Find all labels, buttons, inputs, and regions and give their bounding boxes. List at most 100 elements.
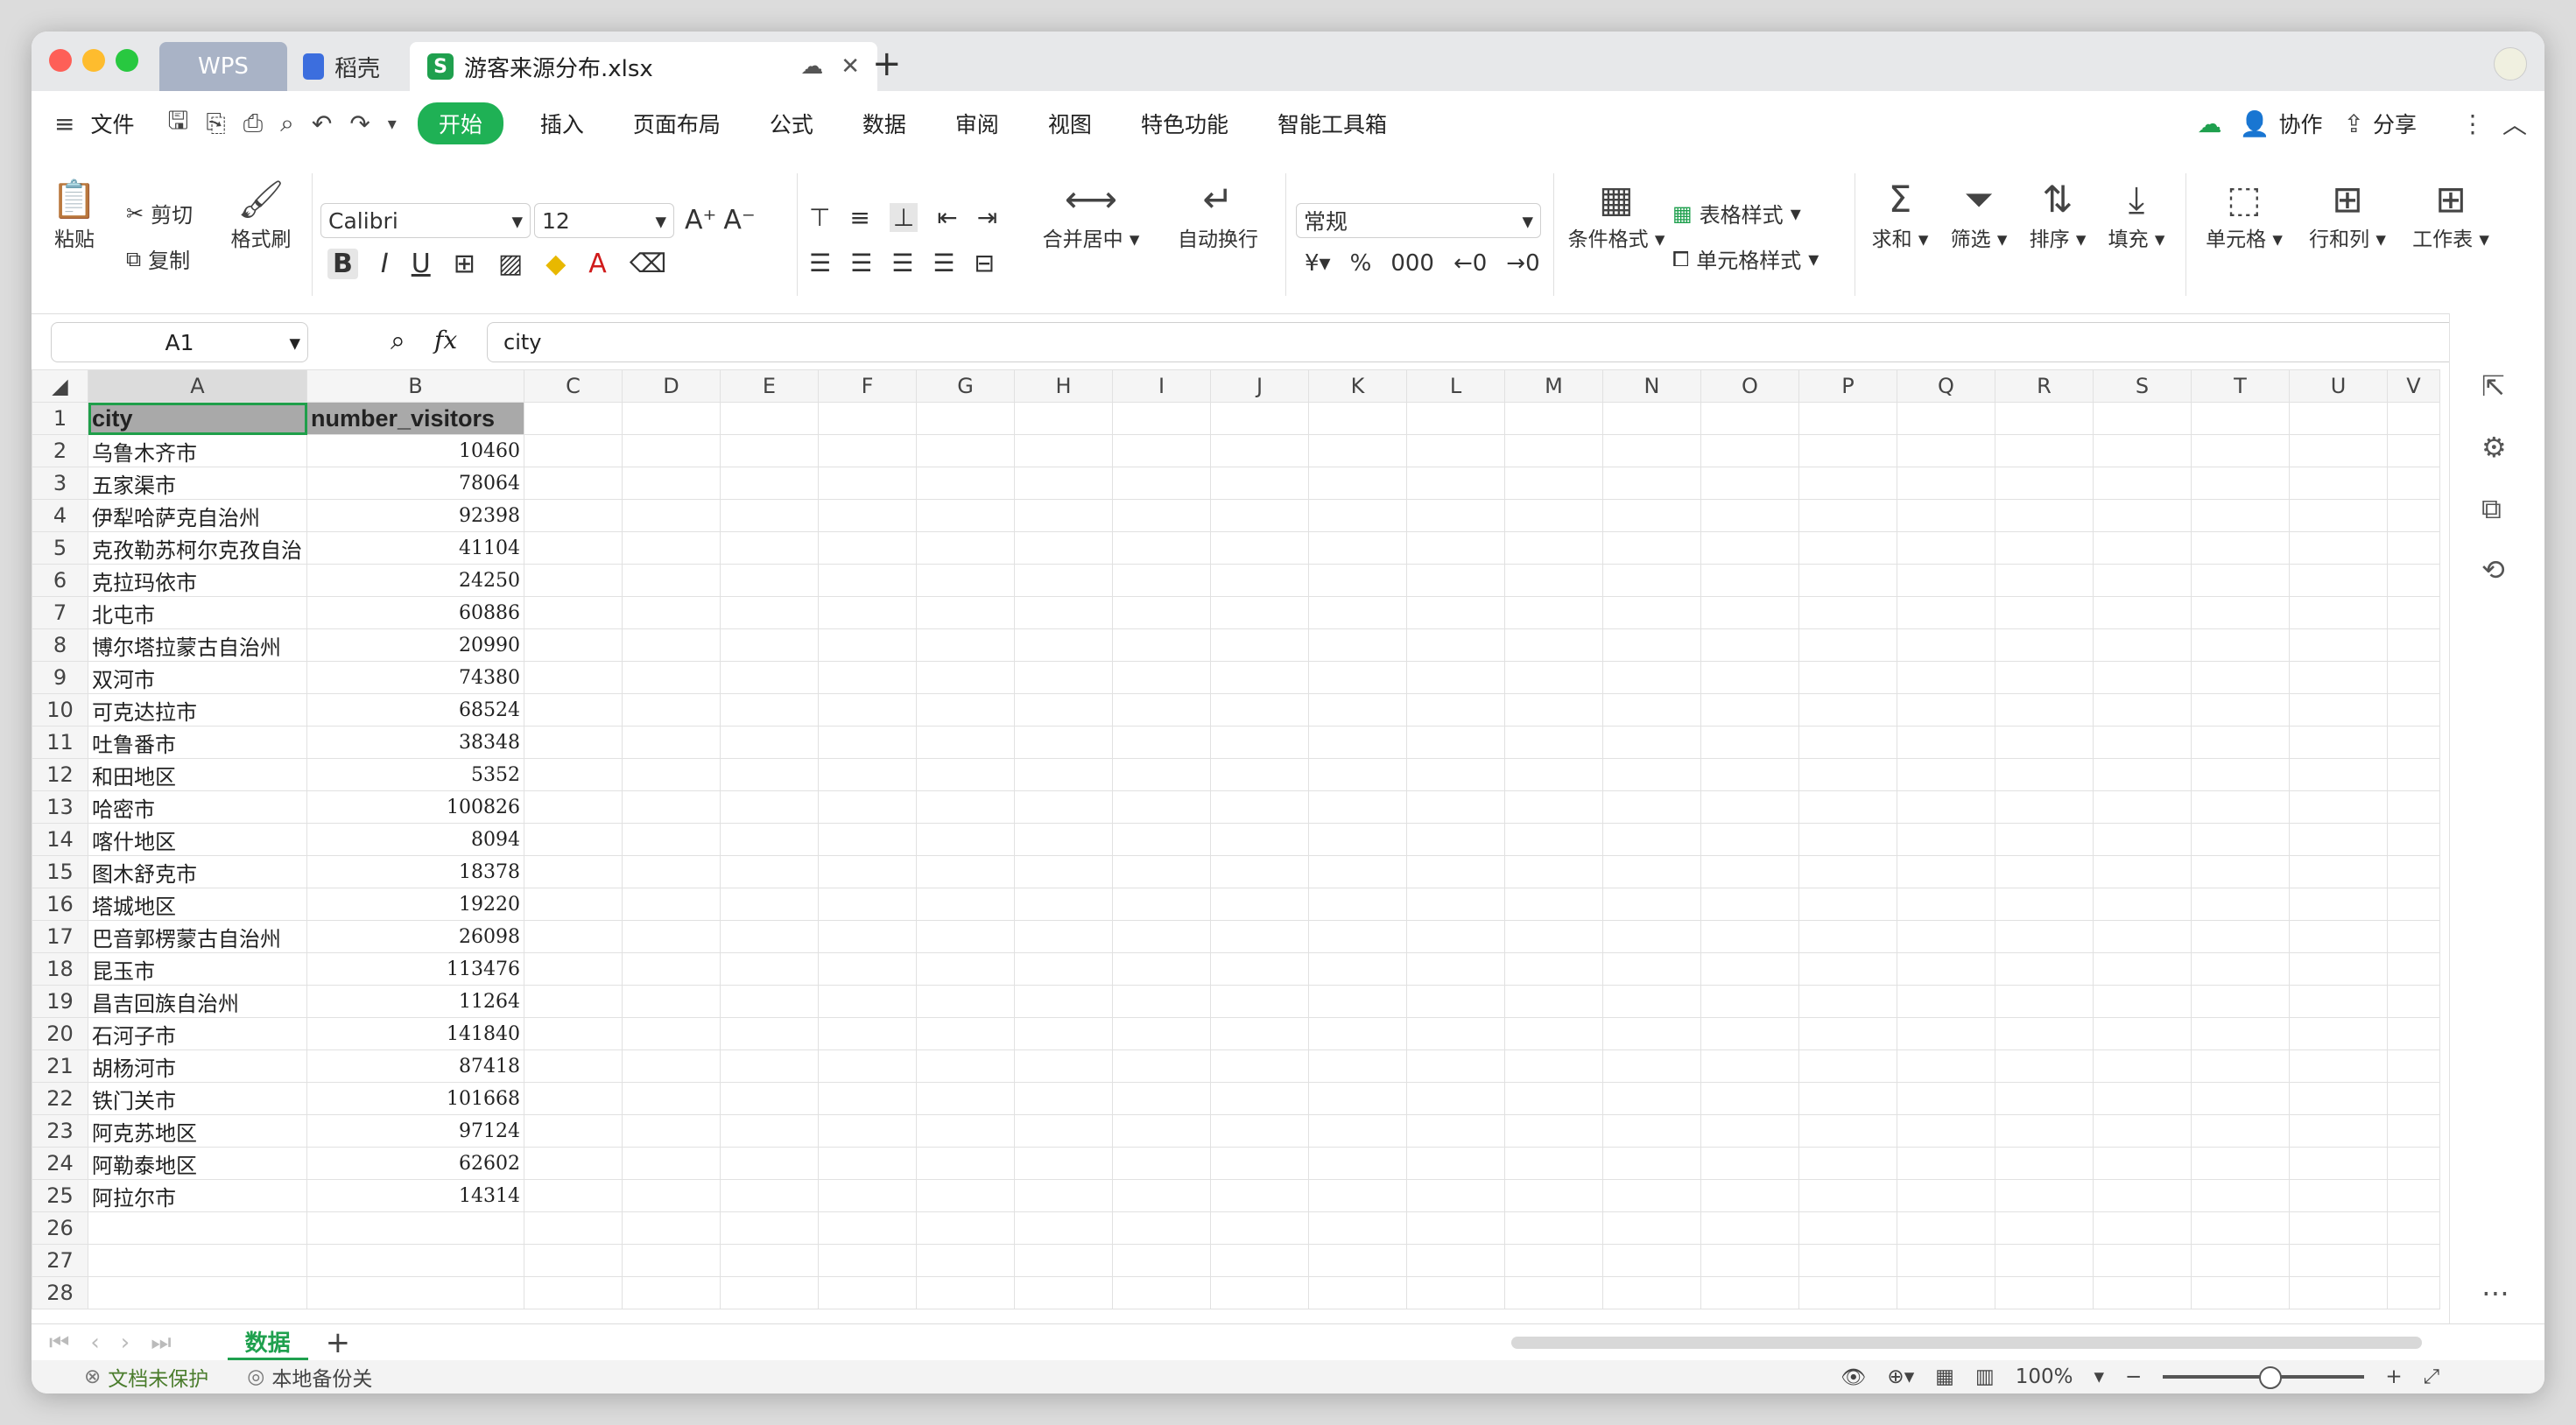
empty-cell[interactable] — [1308, 1179, 1407, 1212]
empty-cell[interactable] — [2289, 628, 2388, 662]
empty-cell[interactable] — [720, 920, 819, 953]
distribute-icon[interactable]: ⊟ — [974, 249, 994, 277]
empty-cell[interactable] — [1210, 855, 1309, 888]
empty-cell[interactable] — [1897, 1179, 1995, 1212]
cell-city[interactable]: 克孜勒苏柯尔克孜自治 — [88, 531, 307, 565]
empty-cell[interactable] — [1014, 596, 1113, 629]
empty-cell[interactable] — [1406, 564, 1505, 597]
row-header[interactable]: 9 — [32, 661, 88, 694]
empty-cell[interactable] — [1406, 823, 1505, 856]
cell-city[interactable]: 昌吉回族自治州 — [88, 985, 307, 1018]
empty-cell[interactable] — [1308, 434, 1407, 467]
empty-cell[interactable] — [818, 693, 917, 727]
empty-cell[interactable] — [524, 790, 623, 824]
cell-visitors[interactable]: 68524 — [306, 693, 524, 727]
cell-city[interactable]: 铁门关市 — [88, 1082, 307, 1115]
empty-cell[interactable] — [2289, 1179, 2388, 1212]
empty-cell[interactable] — [622, 467, 721, 500]
menu-page-layout[interactable]: 页面布局 — [633, 108, 721, 139]
empty-cell[interactable] — [1308, 1276, 1407, 1309]
empty-cell[interactable] — [622, 1179, 721, 1212]
fx-icon[interactable]: fx — [434, 326, 457, 354]
empty-cell[interactable] — [1210, 434, 1309, 467]
empty-cell[interactable] — [2289, 402, 2388, 435]
empty-cell[interactable] — [1504, 467, 1603, 500]
empty-cell[interactable] — [1308, 1049, 1407, 1083]
empty-cell[interactable] — [720, 467, 819, 500]
empty-cell[interactable] — [818, 758, 917, 791]
empty-cell[interactable] — [524, 1244, 623, 1277]
empty-cell[interactable] — [1602, 693, 1701, 727]
page-view-icon[interactable]: ▥ — [1975, 1365, 1995, 1388]
empty-cell[interactable] — [1112, 1017, 1211, 1050]
empty-cell[interactable] — [524, 855, 623, 888]
empty-cell[interactable] — [720, 726, 819, 759]
number-format-select[interactable]: 常规 ▾ — [1296, 203, 1541, 238]
empty-cell[interactable] — [720, 564, 819, 597]
tab-file[interactable]: S 游客来源分布.xlsx ☁ ✕ — [410, 42, 877, 91]
empty-cell[interactable] — [1504, 1179, 1603, 1212]
empty-cell[interactable] — [2191, 596, 2290, 629]
cell-city[interactable]: 五家渠市 — [88, 467, 307, 500]
font-family-select[interactable]: Calibri ▾ — [320, 203, 531, 238]
empty-cell[interactable] — [1700, 1276, 1799, 1309]
more-options-icon[interactable]: ⋯ — [2481, 1276, 2509, 1309]
empty-cell[interactable] — [2387, 402, 2440, 435]
undo-icon[interactable]: ↶ — [312, 109, 332, 138]
fullscreen-icon[interactable]: ⤢ — [2424, 1365, 2439, 1388]
empty-cell[interactable] — [1112, 985, 1211, 1018]
empty-cell[interactable] — [1897, 1211, 1995, 1245]
empty-cell[interactable] — [1504, 888, 1603, 921]
empty-cell[interactable] — [2191, 920, 2290, 953]
row-header[interactable]: 13 — [32, 790, 88, 824]
empty-cell[interactable] — [524, 1017, 623, 1050]
empty-cell[interactable] — [1995, 661, 2094, 694]
empty-cell[interactable] — [1112, 1114, 1211, 1148]
empty-cell[interactable] — [1406, 790, 1505, 824]
menu-formula[interactable]: 公式 — [770, 108, 813, 139]
row-header[interactable]: 5 — [32, 531, 88, 565]
empty-cell[interactable] — [1504, 758, 1603, 791]
empty-cell[interactable] — [1602, 855, 1701, 888]
empty-cell[interactable] — [1504, 985, 1603, 1018]
empty-cell[interactable] — [1112, 920, 1211, 953]
empty-cell[interactable] — [720, 661, 819, 694]
empty-cell[interactable] — [2289, 1114, 2388, 1148]
empty-cell[interactable] — [1210, 790, 1309, 824]
empty-cell[interactable] — [2093, 1017, 2192, 1050]
empty-cell[interactable] — [2387, 499, 2440, 532]
row-header[interactable]: 28 — [32, 1276, 88, 1309]
empty-cell[interactable] — [1210, 1211, 1309, 1245]
cell-city[interactable]: 北屯市 — [88, 596, 307, 629]
empty-cell[interactable] — [1014, 920, 1113, 953]
filter-button[interactable]: ⏷ 筛选 ▾ — [1944, 177, 2014, 252]
empty-cell[interactable] — [916, 952, 1015, 986]
empty-cell[interactable] — [1014, 758, 1113, 791]
empty-cell[interactable] — [818, 434, 917, 467]
empty-cell[interactable] — [916, 499, 1015, 532]
cell-city[interactable]: 图木舒克市 — [88, 855, 307, 888]
empty-cell[interactable] — [916, 628, 1015, 662]
save-icon[interactable]: 🖫 — [167, 102, 188, 144]
empty-cell[interactable] — [720, 855, 819, 888]
empty-cell[interactable] — [2093, 434, 2192, 467]
empty-cell[interactable] — [1700, 1017, 1799, 1050]
zoom-formula-icon[interactable]: ⌕ — [391, 326, 405, 356]
empty-cell[interactable] — [1406, 1017, 1505, 1050]
empty-cell[interactable] — [2191, 661, 2290, 694]
cell-city[interactable] — [88, 1211, 307, 1245]
empty-cell[interactable] — [1112, 499, 1211, 532]
empty-cell[interactable] — [2093, 1244, 2192, 1277]
empty-cell[interactable] — [1798, 855, 1897, 888]
empty-cell[interactable] — [1210, 661, 1309, 694]
row-header[interactable]: 18 — [32, 952, 88, 986]
empty-cell[interactable] — [1210, 888, 1309, 921]
cell-visitors[interactable]: 24250 — [306, 564, 524, 597]
column-header-g[interactable]: G — [916, 369, 1015, 403]
settings-slider-icon[interactable]: ⚙ — [2481, 431, 2507, 464]
empty-cell[interactable] — [1995, 790, 2094, 824]
empty-cell[interactable] — [2387, 628, 2440, 662]
new-tab-button[interactable]: + — [872, 44, 902, 84]
empty-cell[interactable] — [1897, 790, 1995, 824]
empty-cell[interactable] — [622, 1244, 721, 1277]
